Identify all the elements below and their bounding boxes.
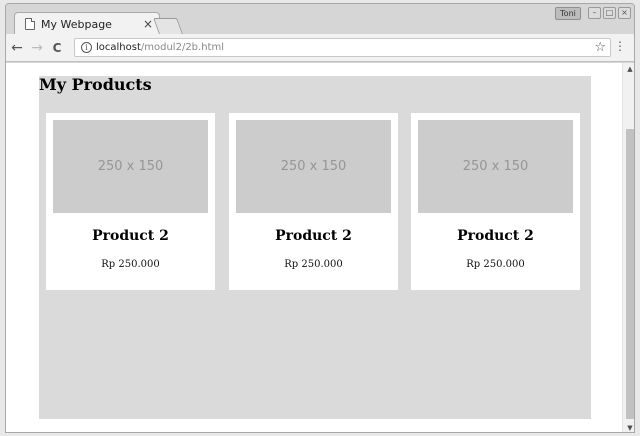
vertical-scrollbar[interactable]: ▲ ▼ <box>622 63 634 432</box>
tab-close-icon[interactable]: × <box>143 18 153 30</box>
product-price: Rp 250.000 <box>101 259 160 270</box>
product-card: 250 x 150 Product 2 Rp 250.000 <box>46 113 215 290</box>
tab-strip: My Webpage × Toni – □ × <box>6 4 634 35</box>
address-bar[interactable]: i localhost/modul2/2b.html ☆ <box>74 38 611 57</box>
new-tab-button[interactable] <box>153 18 183 34</box>
browser-window: My Webpage × Toni – □ × ← → C i localhos… <box>5 3 635 433</box>
url-path: /modul2/2b.html <box>140 42 224 53</box>
product-card: 250 x 150 Product 2 Rp 250.000 <box>229 113 398 290</box>
page-icon <box>25 18 35 30</box>
product-price: Rp 250.000 <box>466 259 525 270</box>
window-controls: – □ × <box>588 7 631 19</box>
scroll-up-icon[interactable]: ▲ <box>623 63 634 75</box>
url-host: localhost <box>96 42 141 53</box>
page-title: My Products <box>39 75 152 94</box>
forward-icon[interactable]: → <box>28 39 46 57</box>
close-window-button[interactable]: × <box>618 7 631 19</box>
browser-toolbar: ← → C i localhost/modul2/2b.html ☆ ⋮ <box>6 34 634 62</box>
tab-title: My Webpage <box>41 17 112 31</box>
product-image-placeholder: 250 x 150 <box>418 120 573 213</box>
product-card: 250 x 150 Product 2 Rp 250.000 <box>411 113 580 290</box>
reload-icon[interactable]: C <box>48 39 66 57</box>
product-image-placeholder: 250 x 150 <box>53 120 208 213</box>
maximize-button[interactable]: □ <box>603 7 616 19</box>
info-icon[interactable]: i <box>81 42 92 53</box>
page-viewport: My Products 250 x 150 Product 2 Rp 250.0… <box>6 63 622 432</box>
product-name: Product 2 <box>92 228 169 244</box>
tab-my-webpage[interactable]: My Webpage × <box>14 12 160 35</box>
scroll-down-icon[interactable]: ▼ <box>623 422 634 432</box>
products-section: My Products 250 x 150 Product 2 Rp 250.0… <box>39 75 591 419</box>
back-icon[interactable]: ← <box>8 39 26 57</box>
product-price: Rp 250.000 <box>284 259 343 270</box>
minimize-button[interactable]: – <box>588 7 601 19</box>
bookmark-star-icon[interactable]: ☆ <box>594 40 606 55</box>
product-name: Product 2 <box>457 228 534 244</box>
scrollbar-thumb[interactable] <box>626 129 634 419</box>
product-image-placeholder: 250 x 150 <box>236 120 391 213</box>
profile-badge[interactable]: Toni <box>555 7 581 20</box>
menu-icon[interactable]: ⋮ <box>614 40 626 52</box>
url-text[interactable]: localhost/modul2/2b.html <box>96 42 224 53</box>
product-name: Product 2 <box>275 228 352 244</box>
